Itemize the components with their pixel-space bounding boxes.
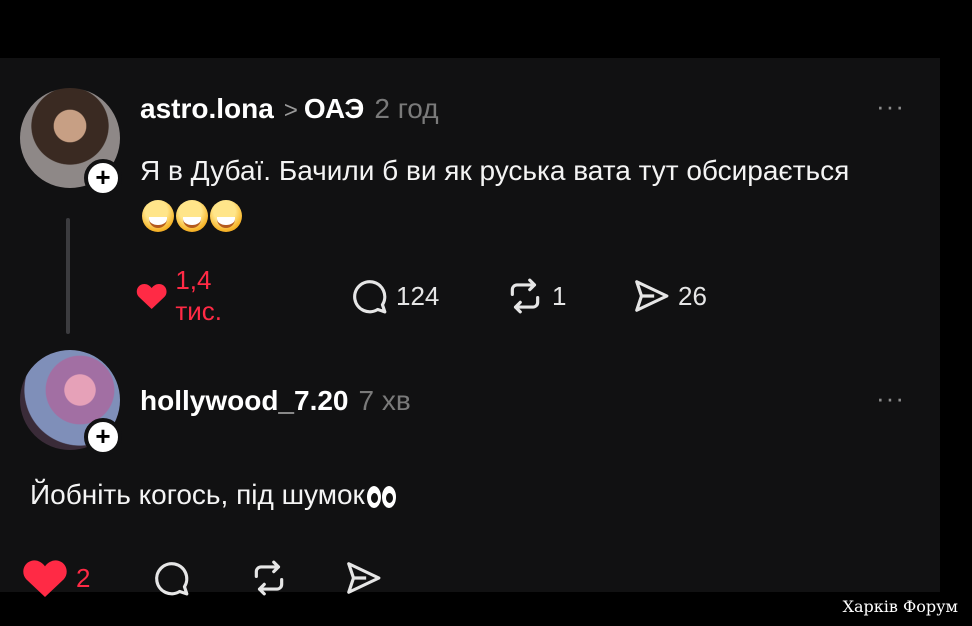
repost-icon [254,560,284,596]
chevron-right-icon: > [283,97,298,124]
watermark: Харків Форум [842,597,958,616]
reply-header: hollywood_7.20 7 хв [140,384,411,418]
reply-timestamp: 7 хв [358,385,411,416]
post-username[interactable]: astro.lona [140,93,274,124]
grinning-emoji-icon [142,200,174,232]
comment-count: 124 [396,280,440,311]
more-options-icon[interactable]: ··· [876,385,916,412]
reply-text: Йобніть когось, під шумок [30,479,365,510]
post-text: Я в Дубаї. Бачили б ви як руська вата ту… [140,155,850,186]
post-location[interactable]: ОАЭ [304,93,365,124]
reply-username[interactable]: hollywood_7.20 [140,385,349,416]
comment-icon [353,280,387,314]
follow-plus-icon[interactable]: + [84,418,122,456]
reply-body: Йобніть когось, під шумок [30,478,397,516]
repost-button[interactable] [250,558,288,598]
eyes-emoji-icon [366,482,397,516]
grinning-emoji-icon [176,200,208,232]
share-count: 26 [678,280,707,311]
share-button[interactable]: 26 [632,276,707,316]
heart-icon [136,283,167,310]
thread-connector-line [66,218,70,334]
send-icon [635,280,669,312]
more-options-icon[interactable]: ··· [876,93,916,120]
share-button[interactable] [344,558,382,598]
repost-icon [510,278,540,314]
like-count: 2 [76,562,91,593]
comment-button[interactable]: 124 [350,276,439,316]
like-count: 1,4 тис. [175,265,222,326]
follow-plus-icon[interactable]: + [84,159,122,197]
comment-icon [155,562,189,596]
threads-feed: + astro.lona > ОАЭ 2 год ··· Я в Дубаї. Бач… [0,58,940,598]
comment-button[interactable] [152,558,190,598]
like-button[interactable]: 2 [22,558,90,598]
post-header: astro.lona > ОАЭ 2 год [140,92,439,128]
grinning-emoji-icon [210,200,242,232]
like-button[interactable]: 1,4 тис. [136,265,237,326]
repost-count: 1 [552,280,567,311]
repost-button[interactable]: 1 [506,276,566,316]
post-body: Я в Дубаї. Бачили б ви як руська вата ту… [140,148,860,240]
post-timestamp: 2 год [374,93,439,124]
send-icon [347,562,381,594]
heart-icon [23,560,67,598]
